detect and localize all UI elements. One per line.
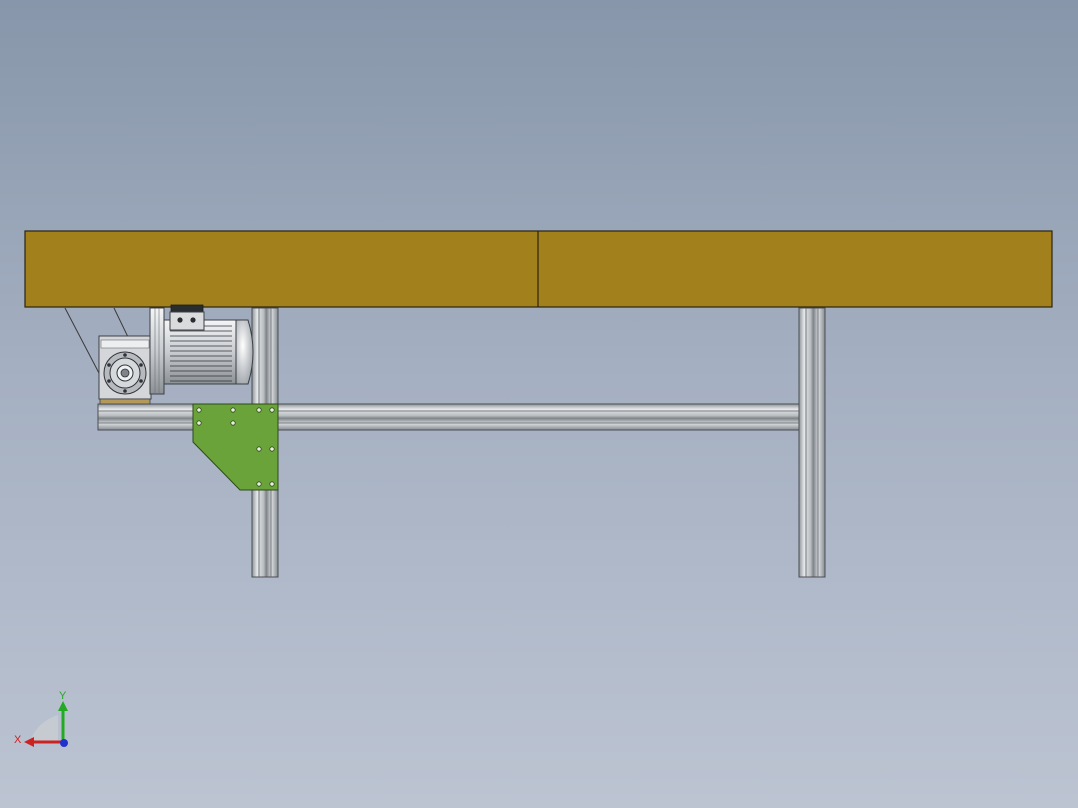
gearbox[interactable] <box>98 335 152 405</box>
y-axis-arrow <box>58 701 68 741</box>
coordinate-triad: Y X <box>14 690 68 747</box>
right-leg-profile[interactable] <box>798 307 826 578</box>
graphics-viewport[interactable]: Y X <box>0 0 1078 808</box>
motor-flange[interactable] <box>149 307 165 395</box>
conveyor-belt-body[interactable] <box>24 230 1053 308</box>
z-axis-dot <box>60 739 68 747</box>
triad-plane <box>30 715 58 741</box>
mounting-plate[interactable] <box>192 403 279 491</box>
model-scene[interactable] <box>0 0 1078 808</box>
y-axis-label: Y <box>59 690 67 702</box>
motor-terminal-box[interactable] <box>169 304 205 331</box>
x-axis-label: X <box>14 734 22 746</box>
